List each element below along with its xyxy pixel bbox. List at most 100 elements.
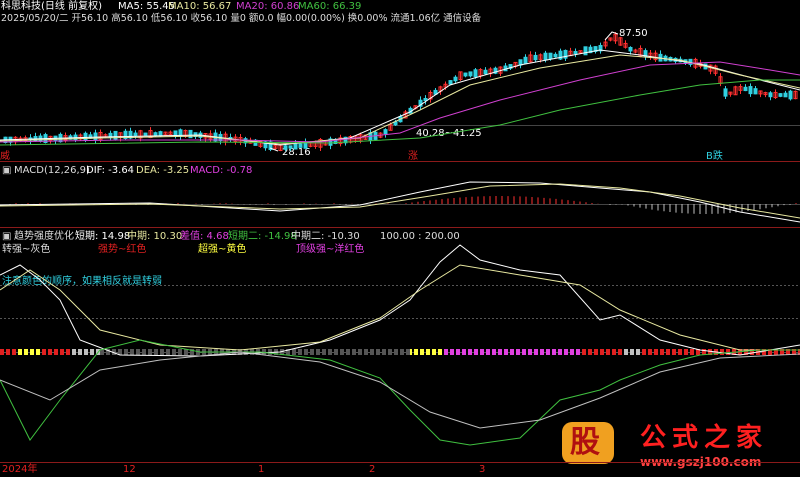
candle-body	[583, 46, 588, 56]
candle-body	[553, 53, 558, 58]
strip-cell	[322, 349, 326, 355]
strip-cell	[148, 349, 152, 355]
strip-cell	[510, 349, 514, 355]
strip-cell	[358, 349, 362, 355]
strip-cell	[142, 349, 146, 355]
strip-cell	[334, 349, 338, 355]
strip-cell	[376, 349, 380, 355]
strip-cell	[522, 349, 526, 355]
mid-line	[0, 264, 800, 351]
short-line	[0, 244, 800, 357]
candle-body	[423, 97, 428, 102]
strip-cell	[346, 349, 350, 355]
strip-cell	[456, 349, 460, 355]
strip-cell	[310, 349, 314, 355]
strip-cell	[528, 349, 532, 355]
strip-cell	[654, 349, 658, 355]
strip-cell	[462, 349, 466, 355]
strip-cell	[606, 349, 610, 355]
strip-cell	[42, 349, 46, 355]
strip-cell	[438, 349, 442, 355]
strip-cell	[546, 349, 550, 355]
strip-cell	[298, 349, 302, 355]
macd-bars-group	[9, 196, 797, 214]
strip-cell	[444, 349, 448, 355]
short2-line	[0, 339, 800, 446]
strip-cell	[624, 349, 628, 355]
candle-body	[463, 72, 468, 77]
candle-body	[533, 54, 538, 61]
strip-cell	[90, 349, 94, 355]
candle-body	[298, 143, 303, 148]
candle-body	[143, 132, 148, 136]
candle-body	[748, 86, 753, 95]
strip-cell	[480, 349, 484, 355]
candle-body	[158, 131, 163, 137]
dea-line	[0, 183, 800, 219]
strip-cell	[78, 349, 82, 355]
strip-cell	[30, 349, 34, 355]
strip-cell	[364, 349, 368, 355]
strip-cell	[582, 349, 586, 355]
strip-cell	[382, 349, 386, 355]
strip-cell	[636, 349, 640, 355]
candle-body	[293, 143, 298, 150]
macd-lines-group	[0, 181, 800, 223]
strip-cell	[304, 349, 308, 355]
strip-cell	[612, 349, 616, 355]
strip-cell	[564, 349, 568, 355]
strip-cell	[166, 349, 170, 355]
strip-cell	[420, 349, 424, 355]
strip-cell	[178, 349, 182, 355]
strip-cell	[370, 349, 374, 355]
strip-cell	[570, 349, 574, 355]
candle-body	[133, 132, 138, 137]
strip-cell	[60, 349, 64, 355]
strip-cell	[24, 349, 28, 355]
strip-cell	[552, 349, 556, 355]
ma10-line	[0, 54, 800, 145]
trend-lines-group	[0, 244, 800, 446]
strip-cell	[18, 349, 22, 355]
strip-cell	[72, 349, 76, 355]
strip-cell	[432, 349, 436, 355]
candle-body	[723, 88, 728, 97]
strip-cell	[660, 349, 664, 355]
strip-cell	[400, 349, 404, 355]
candle-body	[783, 92, 788, 98]
strip-cell	[516, 349, 520, 355]
strip-cell	[84, 349, 88, 355]
strip-cell	[66, 349, 70, 355]
candle-body	[543, 52, 548, 61]
candle-body	[573, 51, 578, 55]
candle-body	[153, 132, 158, 136]
candle-body	[743, 86, 748, 92]
strip-cell	[450, 349, 454, 355]
strip-cell	[540, 349, 544, 355]
strip-cell	[474, 349, 478, 355]
candle-body	[523, 56, 528, 65]
strip-cell	[672, 349, 676, 355]
strip-cell	[12, 349, 16, 355]
candle-body	[468, 71, 473, 77]
strip-cell	[600, 349, 604, 355]
candle-body	[453, 76, 458, 82]
strip-cell	[666, 349, 670, 355]
strip-cell	[394, 349, 398, 355]
strip-cell	[468, 349, 472, 355]
candle-body	[173, 130, 178, 136]
candle-body	[288, 145, 293, 149]
dif-line	[0, 181, 800, 223]
chart-canvas	[0, 31, 800, 463]
candle-body	[788, 90, 793, 100]
strip-cell	[690, 349, 694, 355]
candle-body	[753, 88, 758, 95]
strip-cell	[328, 349, 332, 355]
mid2-line	[0, 351, 800, 429]
strip-cell	[642, 349, 646, 355]
strip-cell	[684, 349, 688, 355]
strip-cell	[388, 349, 392, 355]
candle-body	[83, 132, 88, 141]
strip-cell	[340, 349, 344, 355]
strip-cell	[558, 349, 562, 355]
